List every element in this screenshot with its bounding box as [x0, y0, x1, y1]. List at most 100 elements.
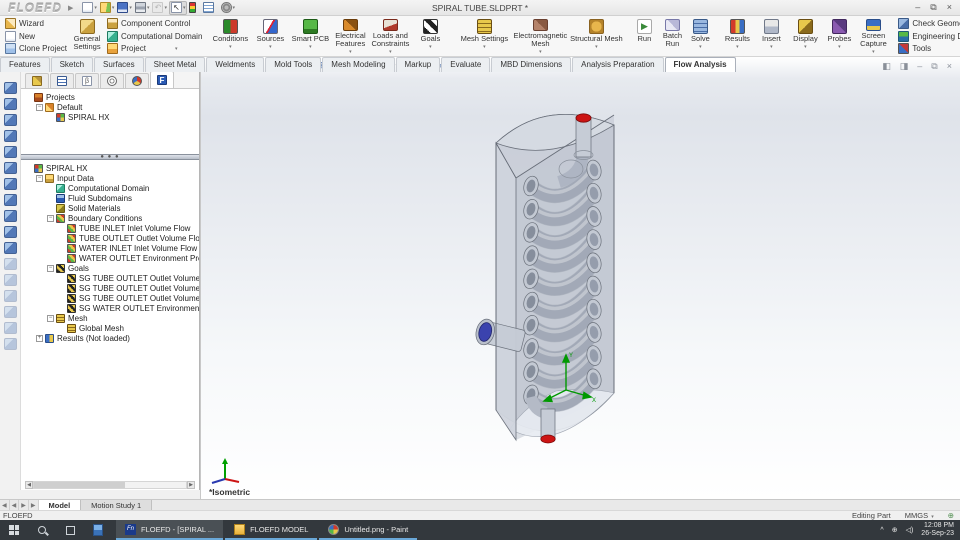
- ribbon-button[interactable]: Conditions ▾: [210, 17, 250, 55]
- ribbon-button[interactable]: Insert ▾: [754, 17, 788, 55]
- floefd-feature-icon[interactable]: [3, 242, 17, 254]
- tree-expander[interactable]: −: [47, 214, 54, 222]
- floefd-feature-icon[interactable]: [3, 226, 17, 238]
- command-tab[interactable]: Surfaces: [94, 57, 144, 72]
- dropdown-arrow-icon[interactable]: ▾: [349, 49, 352, 55]
- tree-item[interactable]: Fluid Subdomains: [23, 193, 199, 203]
- tree-horizontal-scrollbar[interactable]: ◀ ▶: [25, 481, 195, 489]
- tree-item[interactable]: Projects: [23, 92, 199, 102]
- dropdown-arrow-icon[interactable]: ▾: [94, 5, 97, 11]
- general-settings-button[interactable]: General Settings: [69, 17, 105, 55]
- tree-item[interactable]: SPIRAL HX: [23, 163, 199, 173]
- tab-nav-next-icon[interactable]: ▶: [19, 500, 29, 510]
- tree-expander[interactable]: −: [47, 264, 54, 272]
- floefd-feature-icon[interactable]: [3, 114, 17, 126]
- command-tab[interactable]: Flow Analysis: [664, 57, 736, 72]
- tag-icon[interactable]: ⊕: [948, 511, 954, 520]
- floefd-feature-icon[interactable]: [3, 82, 17, 94]
- dropdown-arrow-icon[interactable]: ▾: [699, 44, 702, 50]
- floefd-feature-icon[interactable]: [3, 162, 17, 174]
- qat-button[interactable]: ▾: [116, 1, 133, 15]
- tree-expander[interactable]: −: [47, 314, 54, 322]
- tree-item[interactable]: SPIRAL HX: [23, 112, 199, 122]
- command-tab[interactable]: Sketch: [50, 57, 94, 72]
- taskbar-window-button[interactable]: FLOEFD MODEL: [225, 520, 318, 540]
- ribbon-button[interactable]: Results ▾: [720, 17, 754, 55]
- component-control-button[interactable]: Component Control: [105, 17, 204, 30]
- qat-button[interactable]: ▾: [81, 1, 98, 15]
- close-button[interactable]: ×: [947, 2, 952, 13]
- tree-item[interactable]: − Mesh: [23, 313, 199, 323]
- ribbon-button[interactable]: Electromagnetic Mesh ▾: [512, 17, 568, 55]
- command-tab[interactable]: Sheet Metal: [144, 57, 206, 72]
- ribbon-button[interactable]: Batch Run ▾: [658, 17, 686, 55]
- ribbon-button[interactable]: Tools ▾: [896, 42, 960, 55]
- command-tab[interactable]: MBD Dimensions: [491, 57, 572, 72]
- dropdown-arrow-icon[interactable]: ▾: [770, 44, 773, 50]
- dropdown-arrow-icon[interactable]: ▾: [595, 44, 598, 50]
- tree-item[interactable]: SG WATER OUTLET Environment Pressure Tem…: [23, 303, 199, 313]
- floefd-feature-icon[interactable]: [3, 306, 17, 318]
- tree-item[interactable]: WATER OUTLET Environment Pressure: [23, 253, 199, 263]
- qat-button[interactable]: ▾: [188, 1, 201, 15]
- command-tab[interactable]: Weldments: [206, 57, 265, 72]
- menu-expand-icon[interactable]: ▶: [68, 4, 73, 12]
- ribbon-button[interactable]: Screen Capture ▾: [856, 17, 890, 55]
- search-icon[interactable]: [28, 520, 56, 540]
- qat-button[interactable]: ▾: [99, 1, 116, 15]
- ribbon-button[interactable]: Structural Mesh ▾: [568, 17, 624, 55]
- tab-nav-first-icon[interactable]: ◀: [0, 500, 10, 510]
- network-icon[interactable]: ⊕: [892, 526, 898, 534]
- minimize-button[interactable]: –: [915, 2, 920, 13]
- scroll-left-icon[interactable]: ◀: [25, 481, 33, 489]
- tab-nav-last-icon[interactable]: ▶: [29, 500, 39, 510]
- tab-nav-prev-icon[interactable]: ◀: [10, 500, 20, 510]
- command-tab[interactable]: Analysis Preparation: [572, 57, 664, 72]
- ribbon-button[interactable]: Probes ▾: [822, 17, 856, 55]
- clock[interactable]: 12:08 PM 26-Sep-23: [921, 522, 954, 539]
- pinned-app-icon[interactable]: [84, 520, 112, 540]
- tree-item[interactable]: SG TUBE OUTLET Outlet Volume Flow Temper…: [23, 293, 199, 303]
- dropdown-arrow-icon[interactable]: ▾: [147, 5, 150, 11]
- tree-item[interactable]: Solid Materials: [23, 203, 199, 213]
- dropdown-arrow-icon[interactable]: ▾: [269, 44, 272, 50]
- tree-item[interactable]: − Boundary Conditions: [23, 213, 199, 223]
- ribbon-button[interactable]: Goals ▾: [410, 17, 450, 55]
- new-project-button[interactable]: New: [3, 30, 69, 43]
- command-tab[interactable]: Markup: [395, 57, 441, 72]
- qat-button[interactable]: ▾: [220, 1, 237, 15]
- ribbon-button[interactable]: Electrical Features ▾: [330, 17, 370, 55]
- panel-tab[interactable]: [50, 73, 74, 88]
- tree-item[interactable]: SG TUBE OUTLET Outlet Volume Flow Static…: [23, 273, 199, 283]
- panel-tab[interactable]: β: [75, 73, 99, 88]
- tree-item[interactable]: Computational Domain: [23, 183, 199, 193]
- tree-item[interactable]: TUBE OUTLET Outlet Volume Flow: [23, 233, 199, 243]
- floefd-feature-icon[interactable]: [3, 210, 17, 222]
- model-tab[interactable]: Motion Study 1: [81, 500, 153, 510]
- floefd-feature-icon[interactable]: [3, 290, 17, 302]
- tree-item[interactable]: Global Mesh: [23, 323, 199, 333]
- tree-item[interactable]: − Default: [23, 102, 199, 112]
- dropdown-arrow-icon[interactable]: ▾: [804, 44, 807, 50]
- floefd-feature-icon[interactable]: [3, 258, 17, 270]
- qat-button[interactable]: ↶ ▾: [151, 1, 168, 15]
- dropdown-arrow-icon[interactable]: ▾: [736, 44, 739, 50]
- dropdown-arrow-icon[interactable]: ▾: [838, 44, 841, 50]
- qat-button[interactable]: ▾: [202, 1, 219, 15]
- scroll-right-icon[interactable]: ▶: [187, 481, 195, 489]
- dropdown-arrow-icon[interactable]: ▾: [129, 5, 132, 11]
- ribbon-button[interactable]: ▶ Run ▾: [630, 17, 658, 55]
- tree-expander[interactable]: −: [36, 103, 43, 111]
- clone-project-button[interactable]: Clone Project: [3, 42, 69, 55]
- ribbon-button[interactable]: Check Geometry ▾: [896, 17, 960, 30]
- dropdown-arrow-icon[interactable]: ▾: [539, 49, 542, 55]
- ribbon-button[interactable]: Smart PCB ▾: [290, 17, 330, 55]
- tree-item[interactable]: SG TUBE OUTLET Outlet Volume Flow Total …: [23, 283, 199, 293]
- dropdown-arrow-icon[interactable]: ▾: [872, 49, 875, 55]
- tree-item[interactable]: TUBE INLET Inlet Volume Flow: [23, 223, 199, 233]
- qat-button[interactable]: ▾: [134, 1, 151, 15]
- dropdown-arrow-icon[interactable]: ▾: [183, 5, 186, 11]
- tree-item[interactable]: − Input Data: [23, 173, 199, 183]
- panel-tab[interactable]: [100, 73, 124, 88]
- ribbon-button[interactable]: Sources ▾: [250, 17, 290, 55]
